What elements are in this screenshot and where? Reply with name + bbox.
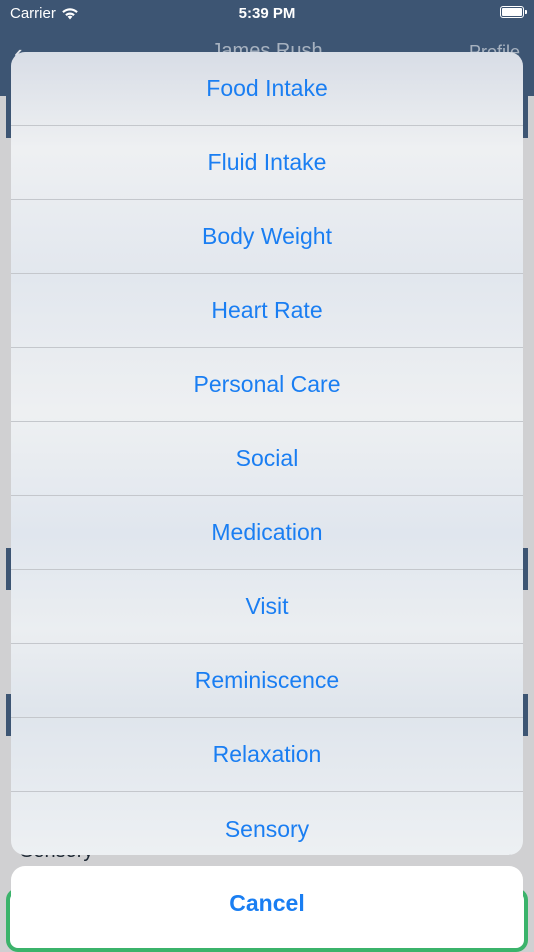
action-item-medication[interactable]: Medication	[11, 496, 523, 570]
action-item-food-intake[interactable]: Food Intake	[11, 52, 523, 126]
action-item-personal-care[interactable]: Personal Care	[11, 348, 523, 422]
status-bar: Carrier 5:39 PM	[0, 0, 534, 28]
status-time: 5:39 PM	[238, 5, 296, 22]
action-item-social[interactable]: Social	[11, 422, 523, 496]
right-accent-top	[523, 96, 528, 138]
cancel-button[interactable]: Cancel	[11, 866, 523, 940]
right-accent-middle	[523, 548, 528, 590]
action-item-sensory[interactable]: Sensory	[11, 792, 523, 855]
right-accent-lower	[523, 694, 528, 736]
action-item-body-weight[interactable]: Body Weight	[11, 200, 523, 274]
action-item-visit[interactable]: Visit	[11, 570, 523, 644]
battery-icon	[500, 6, 527, 18]
action-item-heart-rate[interactable]: Heart Rate	[11, 274, 523, 348]
action-sheet: Food Intake Fluid Intake Body Weight Hea…	[11, 52, 523, 855]
action-item-fluid-intake[interactable]: Fluid Intake	[11, 126, 523, 200]
action-item-relaxation[interactable]: Relaxation	[11, 718, 523, 792]
action-item-reminiscence[interactable]: Reminiscence	[11, 644, 523, 718]
